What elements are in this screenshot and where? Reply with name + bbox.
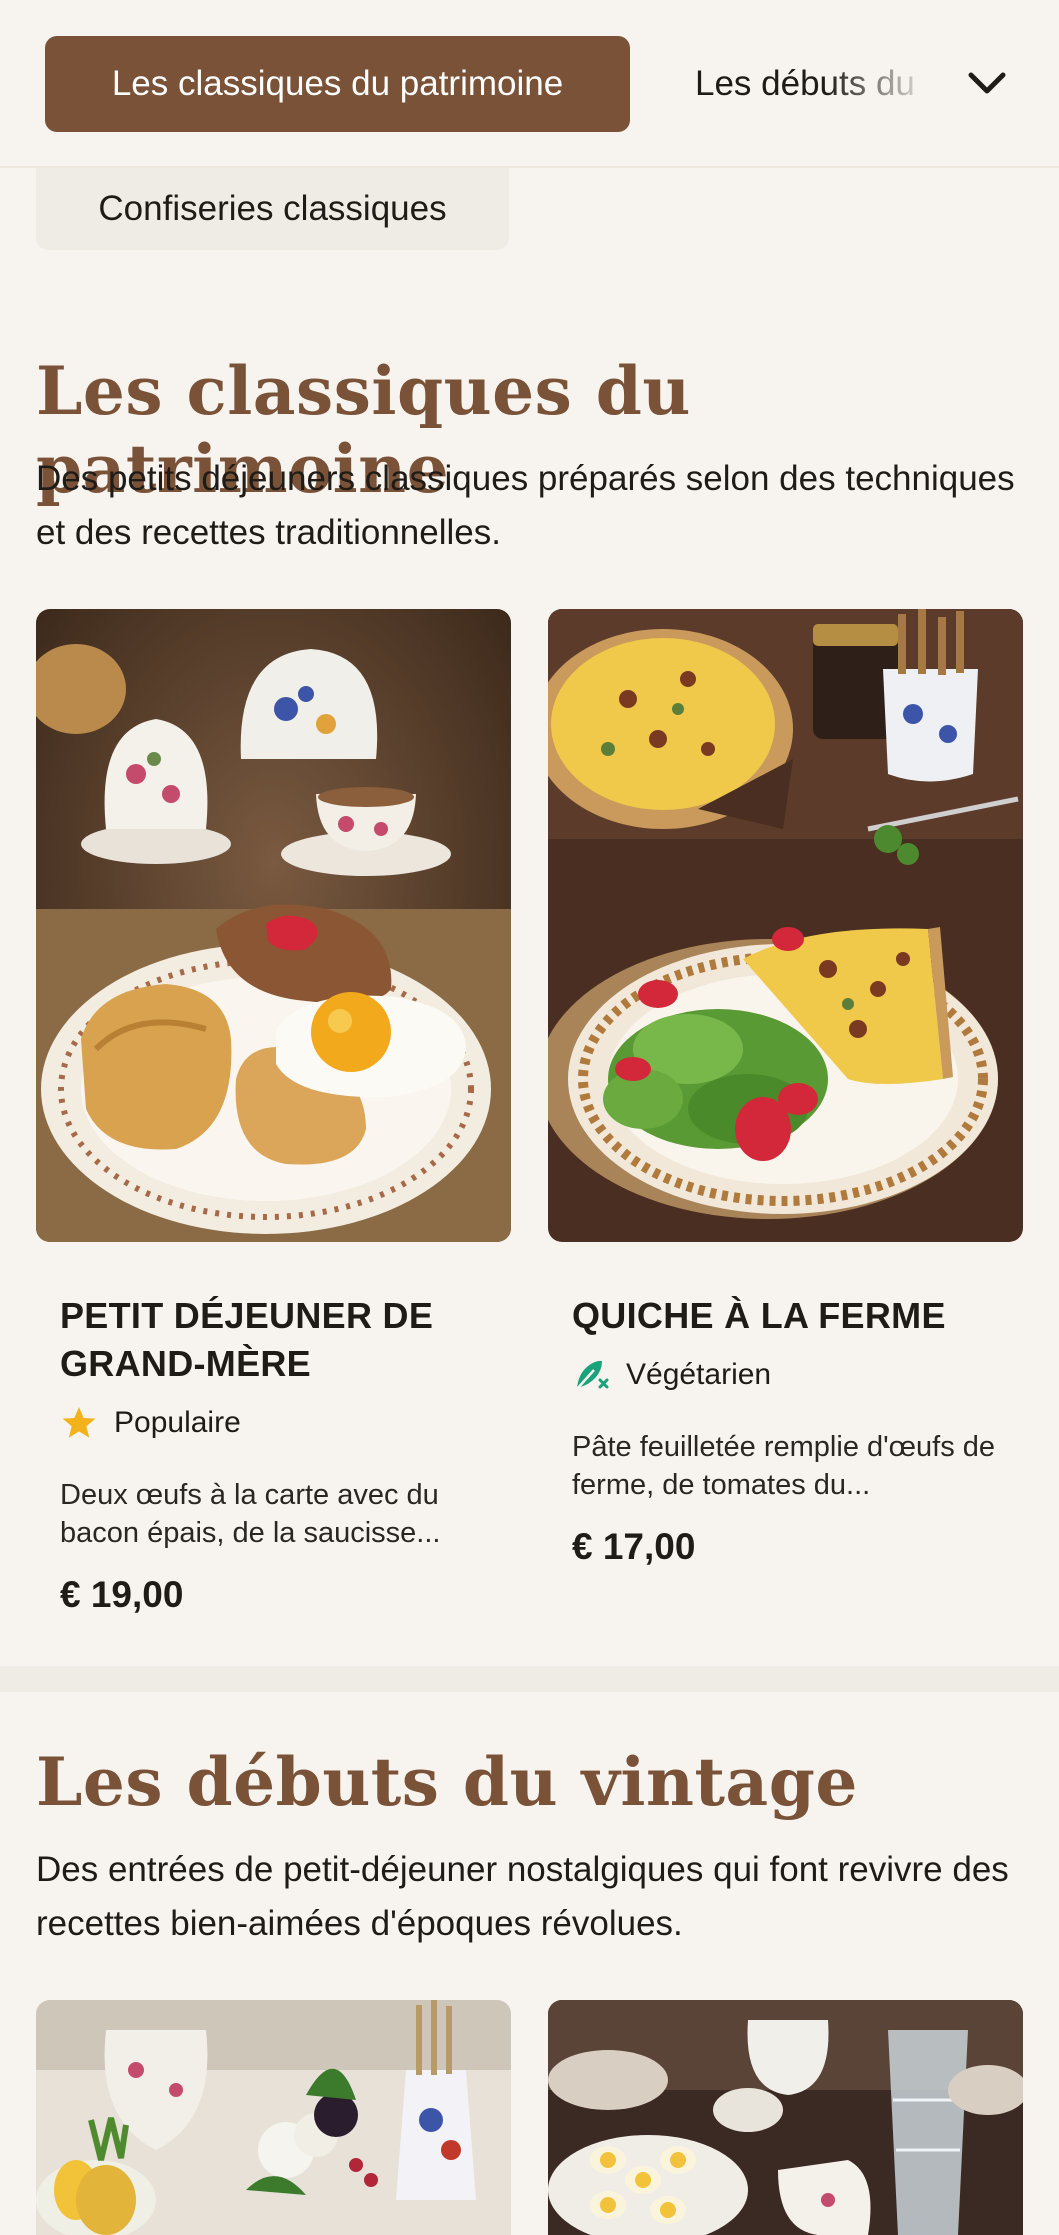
menu-item-image [36, 609, 511, 1242]
menu-item-tag-label: Végétarien [626, 1358, 772, 1391]
menu-item-image [548, 609, 1023, 1242]
category-nav: Les classiques du patrimoine Les débuts … [0, 0, 1059, 168]
star-icon [62, 1407, 96, 1438]
menu-item-tag: Végétarien [572, 1356, 999, 1394]
menu-item-tag-label: Populaire [114, 1406, 241, 1439]
menu-item-price: € 17,00 [572, 1526, 696, 1567]
menu-item-card[interactable] [36, 2000, 511, 2235]
category-tab-next[interactable]: Les débuts du [695, 36, 935, 132]
section-divider [0, 1666, 1059, 1692]
menu-item-card[interactable]: QUICHE À LA FERME Végétarien Pâte feuill… [548, 609, 1023, 1568]
menu-item-description: Pâte feuilletée remplie d'œufs de ferme,… [572, 1431, 996, 1501]
menu-item-price: € 19,00 [60, 1574, 184, 1615]
menu-item-tag: Populaire [60, 1404, 487, 1442]
menu-item-card[interactable]: PETIT DÉJEUNER DE GRAND-MÈRE Populaire D… [36, 609, 511, 1616]
menu-item-card[interactable] [548, 2000, 1023, 2235]
section-description: Des petits déjeuners classiques préparés… [36, 459, 1015, 552]
section-description: Des entrées de petit-déjeuner nostalgiqu… [36, 1850, 1009, 1943]
menu-item-image [548, 2000, 1023, 2235]
menu-item-name: QUICHE À LA FERME [572, 1295, 946, 1336]
category-tab-active[interactable]: Les classiques du patrimoine [45, 36, 630, 132]
menu-item-name: PETIT DÉJEUNER DE GRAND-MÈRE [60, 1295, 434, 1384]
vegetarian-leaf-icon [576, 1360, 609, 1390]
chevron-down-icon[interactable] [962, 58, 1012, 108]
section-title: Les débuts du vintage [36, 1743, 858, 1821]
menu-item-description: Deux œufs à la carte avec du bacon épais… [60, 1479, 441, 1549]
menu-item-image [36, 2000, 511, 2235]
category-tab-confiseries[interactable]: Confiseries classiques [36, 168, 509, 250]
